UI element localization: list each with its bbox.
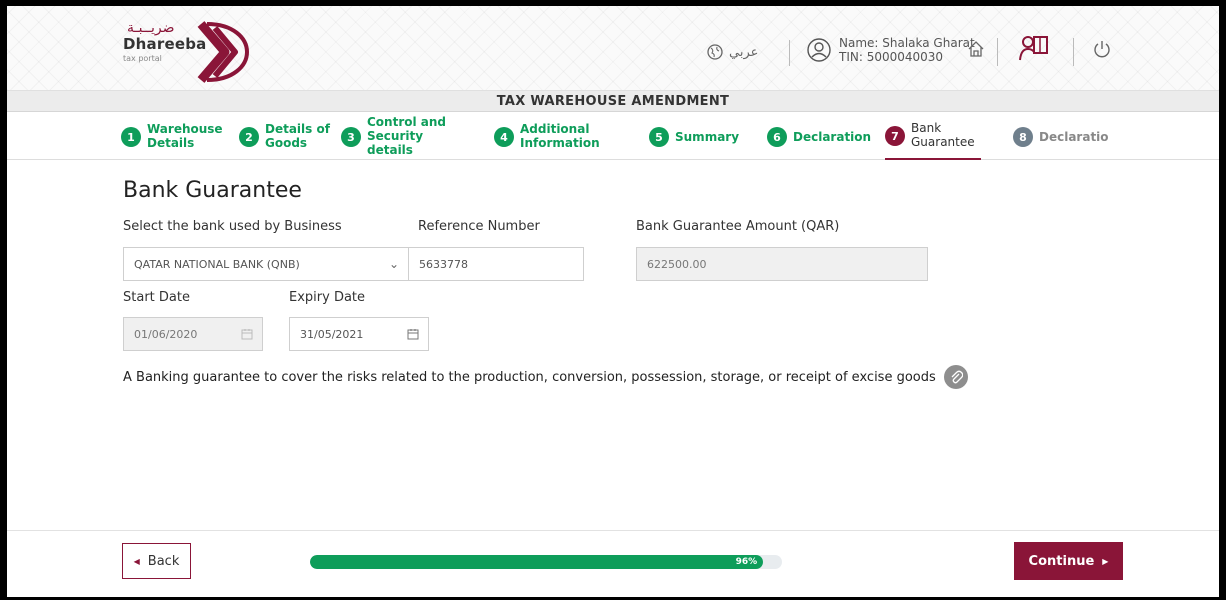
reference-number-input[interactable]: 5633778 [408,247,584,281]
expiry-date-value: 31/05/2021 [300,327,364,341]
user-info: Name: Shalaka Gharat TIN: 5000040030 [839,36,975,64]
dhareeba-logo[interactable]: ضريــبـة Dhareeba tax portal [117,18,257,86]
step-bank-guarantee[interactable]: 7 Bank Guarantee [885,120,981,160]
step-number: 4 [494,127,514,147]
step-additional-information[interactable]: 4 Additional Information [494,120,606,160]
user-profile[interactable]: Name: Shalaka Gharat TIN: 5000040030 [807,36,975,64]
reference-number-label: Reference Number [418,219,540,234]
user-manual-icon [1019,36,1048,61]
bank-select[interactable]: QATAR NATIONAL BANK (QNB) ⌄ [123,247,410,281]
page-header-title: TAX WAREHOUSE AMENDMENT [7,90,1219,112]
back-button-label: Back [147,553,180,569]
triangle-right-icon: ▶ [1102,556,1109,566]
calendar-icon[interactable] [398,328,428,340]
step-details-of-goods[interactable]: 2 Details of Goods [239,120,331,160]
step-number: 3 [341,127,361,147]
step-label: Additional Information [520,122,600,150]
step-label: Bank Guarantee [911,121,975,149]
language-switch[interactable]: عربي [707,44,758,60]
step-declaration[interactable]: 6 Declaration [767,120,871,160]
step-number: 7 [885,126,905,146]
header: ضريــبـة Dhareeba tax portal عربي Name: … [7,6,1219,90]
triangle-left-icon: ◀ [133,556,140,566]
start-date-field: 01/06/2020 [123,317,263,351]
continue-button-label: Continue [1028,553,1095,569]
user-tin: TIN: 5000040030 [839,50,944,64]
power-icon [1094,41,1110,58]
start-date-value: 01/06/2020 [134,327,198,341]
header-divider [789,40,790,66]
guarantee-amount-value: 622500.00 [647,257,707,271]
bank-select-label: Select the bank used by Business [123,219,342,234]
attachment-button[interactable] [943,365,968,389]
step-control-security[interactable]: 3 Control and Security details [341,115,471,160]
user-name: Name: Shalaka Gharat [839,36,975,50]
back-button[interactable]: ◀ Back [122,543,191,579]
step-label: Declaration [793,130,872,144]
guarantee-amount-field: 622500.00 [636,247,928,281]
expiry-date-input[interactable]: 31/05/2021 [289,317,429,351]
bank-select-value: QATAR NATIONAL BANK (QNB) [134,257,300,271]
progress-text: 96% [735,557,758,567]
guarantee-info: A Banking guarantee to cover the risks r… [123,365,968,389]
header-divider [1073,38,1074,66]
page-title: Bank Guarantee [123,178,302,203]
step-number: 2 [239,127,259,147]
step-number: 6 [767,127,787,147]
footer-divider [7,530,1219,531]
user-manual-button[interactable] [1019,34,1049,62]
logout-button[interactable] [1093,40,1111,58]
step-label: Control and Security details [367,115,447,157]
home-button[interactable] [967,40,985,58]
calendar-icon [232,328,262,340]
step-declaration-final[interactable]: 8 Declaratio [1013,120,1123,160]
step-number: 5 [649,127,669,147]
dhareeba-mark-icon [197,21,250,83]
logo-subtitle: tax portal [123,54,162,63]
step-label: Declaratio [1039,130,1109,144]
reference-number-value: 5633778 [419,257,468,271]
step-warehouse-details[interactable]: 1 Warehouse Details [121,120,227,160]
globe-icon [707,44,723,60]
wizard-steps: 1 Warehouse Details 2 Details of Goods 3… [7,112,1219,160]
start-date-label: Start Date [123,290,190,305]
chevron-down-icon: ⌄ [388,257,400,271]
step-label: Warehouse Details [147,122,223,150]
continue-button[interactable]: Continue ▶ [1014,542,1123,580]
guarantee-amount-label: Bank Guarantee Amount (QAR) [636,219,840,234]
language-label: عربي [729,44,759,60]
step-number: 1 [121,127,141,147]
expiry-date-label: Expiry Date [289,290,366,305]
home-icon [968,41,984,57]
step-summary[interactable]: 5 Summary [649,120,739,160]
progress-bar: 96% [310,555,782,569]
user-icon [807,38,831,62]
progress-fill: 96% [310,555,764,569]
logo-arabic-text: ضريــبـة [127,20,175,36]
guarantee-info-text: A Banking guarantee to cover the risks r… [123,369,936,385]
step-label: Summary [675,130,740,144]
paperclip-icon [951,370,963,384]
header-divider [997,38,998,66]
app-window: ضريــبـة Dhareeba tax portal عربي Name: … [7,6,1219,597]
step-label: Details of Goods [265,122,330,150]
step-number: 8 [1013,127,1033,147]
